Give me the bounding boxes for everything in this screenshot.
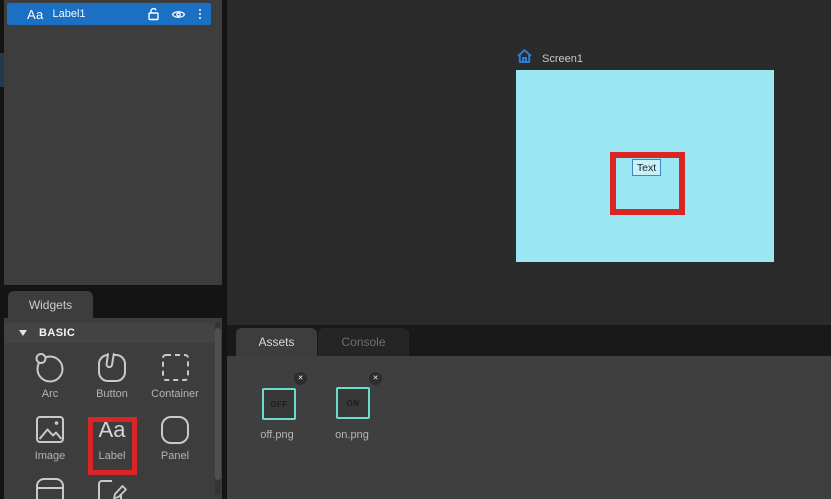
image-icon <box>30 411 70 449</box>
widget-label-label: Label <box>81 450 143 462</box>
widget-roller[interactable] <box>19 475 81 499</box>
text-label-widget[interactable]: Text <box>632 159 661 176</box>
widget-arc[interactable]: Arc <box>19 349 81 400</box>
asset-on-close-icon[interactable]: ✕ <box>369 372 382 385</box>
asset-off-text: OFF <box>270 400 288 409</box>
tab-widgets[interactable]: Widgets <box>8 291 93 318</box>
widget-image-label: Image <box>19 450 81 462</box>
visibility-eye-icon[interactable] <box>171 9 186 20</box>
asset-on-text: ON <box>347 399 360 408</box>
kebab-menu-icon[interactable] <box>197 9 204 20</box>
widget-panel[interactable]: Panel <box>144 411 206 462</box>
app-window: Aa Label1 Wid <box>0 0 831 499</box>
label-type-icon: Aa <box>27 7 44 22</box>
container-icon <box>155 349 195 387</box>
tab-console-label: Console <box>341 335 385 349</box>
asset-thumbnail-off[interactable]: OFF <box>262 388 296 420</box>
roller-icon <box>30 475 70 499</box>
scrollbar-thumb[interactable] <box>215 328 221 480</box>
asset-thumbnail-on[interactable]: ON <box>336 387 370 419</box>
assets-panel-body: OFF ✕ off.png ON ✕ on.png <box>227 356 831 499</box>
widget-container-label: Container <box>144 388 206 400</box>
button-icon <box>92 349 132 387</box>
home-icon <box>516 48 533 69</box>
section-basic-label: BASIC <box>39 327 75 339</box>
widget-textarea[interactable] <box>81 475 143 499</box>
widgets-panel: BASIC Arc Button <box>4 318 222 499</box>
tab-assets[interactable]: Assets <box>236 328 317 356</box>
asset-off-close-icon[interactable]: ✕ <box>294 372 307 385</box>
label-icon: Aa <box>92 411 132 449</box>
caret-down-icon <box>19 330 27 336</box>
widget-image[interactable]: Image <box>19 411 81 462</box>
tab-console[interactable]: Console <box>318 328 409 356</box>
unlock-icon[interactable] <box>147 7 160 21</box>
widget-button[interactable]: Button <box>81 349 143 400</box>
widget-container[interactable]: Container <box>144 349 206 400</box>
widget-arc-label: Arc <box>19 388 81 400</box>
panel-icon <box>155 411 195 449</box>
bottom-tab-bar: Assets Console <box>227 325 831 356</box>
asset-off-filename: off.png <box>246 429 308 441</box>
screen-name: Screen1 <box>542 53 583 65</box>
section-basic-header[interactable]: BASIC <box>4 323 215 343</box>
widgets-scrollbar[interactable] <box>215 322 221 495</box>
arc-icon <box>30 349 70 387</box>
textarea-icon <box>92 475 132 499</box>
layer-item-label1[interactable]: Aa Label1 <box>7 3 211 25</box>
hierarchy-panel: Aa Label1 <box>4 0 222 285</box>
tab-widgets-label: Widgets <box>29 298 72 312</box>
widget-panel-label: Panel <box>144 450 206 462</box>
widget-label[interactable]: Aa Label <box>81 411 143 462</box>
tab-assets-label: Assets <box>258 335 294 349</box>
bottom-panel: Assets Console OFF ✕ off.png ON ✕ on.png <box>227 325 831 499</box>
design-canvas[interactable]: Screen1 Text <box>227 0 831 325</box>
widget-button-label: Button <box>81 388 143 400</box>
layer-item-name: Label1 <box>53 8 147 20</box>
widgets-tab-bar: Widgets <box>4 285 222 318</box>
asset-on-filename: on.png <box>321 429 383 441</box>
screen-header[interactable]: Screen1 <box>516 48 583 69</box>
